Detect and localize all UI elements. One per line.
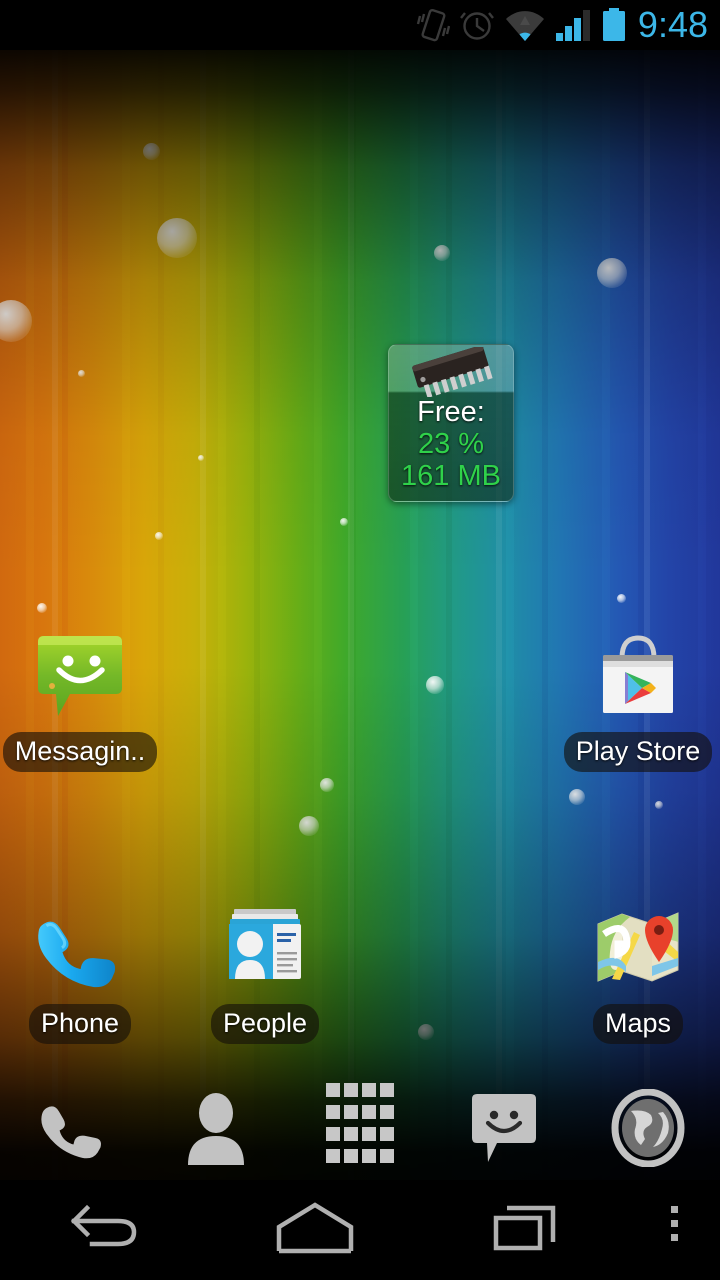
app-label-maps: Maps	[592, 1004, 684, 1044]
app-icon-play-store[interactable]: Play Store	[563, 628, 713, 772]
memory-percent: 23 %	[417, 428, 485, 460]
app-drawer-grid-icon	[325, 1082, 395, 1179]
app-label-messaging: Messagin..	[2, 732, 158, 772]
app-icon-messaging[interactable]: Messagin..	[2, 628, 158, 772]
people-icon	[217, 900, 313, 996]
battery-icon	[602, 8, 626, 42]
memory-free-label: Free:	[417, 396, 485, 428]
dock-contacts[interactable]	[168, 1090, 264, 1170]
dock-messaging[interactable]	[456, 1090, 552, 1170]
nav-home-button[interactable]	[210, 1180, 420, 1280]
recent-apps-icon	[491, 1202, 559, 1259]
memory-amount: 161 MB	[401, 460, 501, 492]
globe-browser-icon	[611, 1088, 685, 1172]
alarm-icon	[459, 6, 495, 44]
dock-browser[interactable]	[600, 1088, 696, 1172]
dock-all-apps[interactable]	[312, 1082, 408, 1170]
nav-recent-apps-button[interactable]	[420, 1180, 630, 1280]
maps-icon	[590, 900, 686, 996]
android-home-screen: 9:48 Free: 23 % 161 MB Messagin.. Play S…	[0, 0, 720, 1280]
nav-back-button[interactable]	[0, 1180, 210, 1280]
status-bar[interactable]: 9:48	[0, 0, 720, 50]
phone-icon	[32, 900, 128, 996]
vibrate-icon	[416, 6, 450, 44]
app-icon-people[interactable]: People	[190, 900, 340, 1044]
phone-handset-icon	[36, 1092, 108, 1169]
home-icon	[273, 1201, 357, 1260]
memory-widget-text: Free: 23 % 161 MB	[389, 396, 513, 493]
app-icon-phone[interactable]: Phone	[5, 900, 155, 1044]
messaging-icon	[32, 628, 128, 724]
app-label-people: People	[210, 1004, 320, 1044]
app-label-phone: Phone	[28, 1004, 132, 1044]
back-arrow-icon	[68, 1202, 142, 1259]
wifi-icon	[504, 8, 546, 42]
nav-overflow-menu-button[interactable]	[630, 1180, 720, 1280]
dock	[0, 1080, 720, 1180]
signal-icon	[555, 8, 593, 42]
dock-phone[interactable]	[24, 1090, 120, 1170]
app-icon-maps[interactable]: Maps	[563, 900, 713, 1044]
navigation-bar	[0, 1180, 720, 1280]
overflow-menu-icon	[669, 1205, 681, 1256]
play-store-icon	[590, 628, 686, 724]
memory-free-widget[interactable]: Free: 23 % 161 MB	[388, 344, 514, 502]
status-bar-clock: 9:48	[637, 4, 708, 45]
person-icon	[185, 1091, 247, 1170]
memory-chip-icon	[389, 345, 513, 399]
app-label-play-store: Play Store	[563, 732, 713, 772]
message-bubble-icon	[469, 1091, 539, 1170]
